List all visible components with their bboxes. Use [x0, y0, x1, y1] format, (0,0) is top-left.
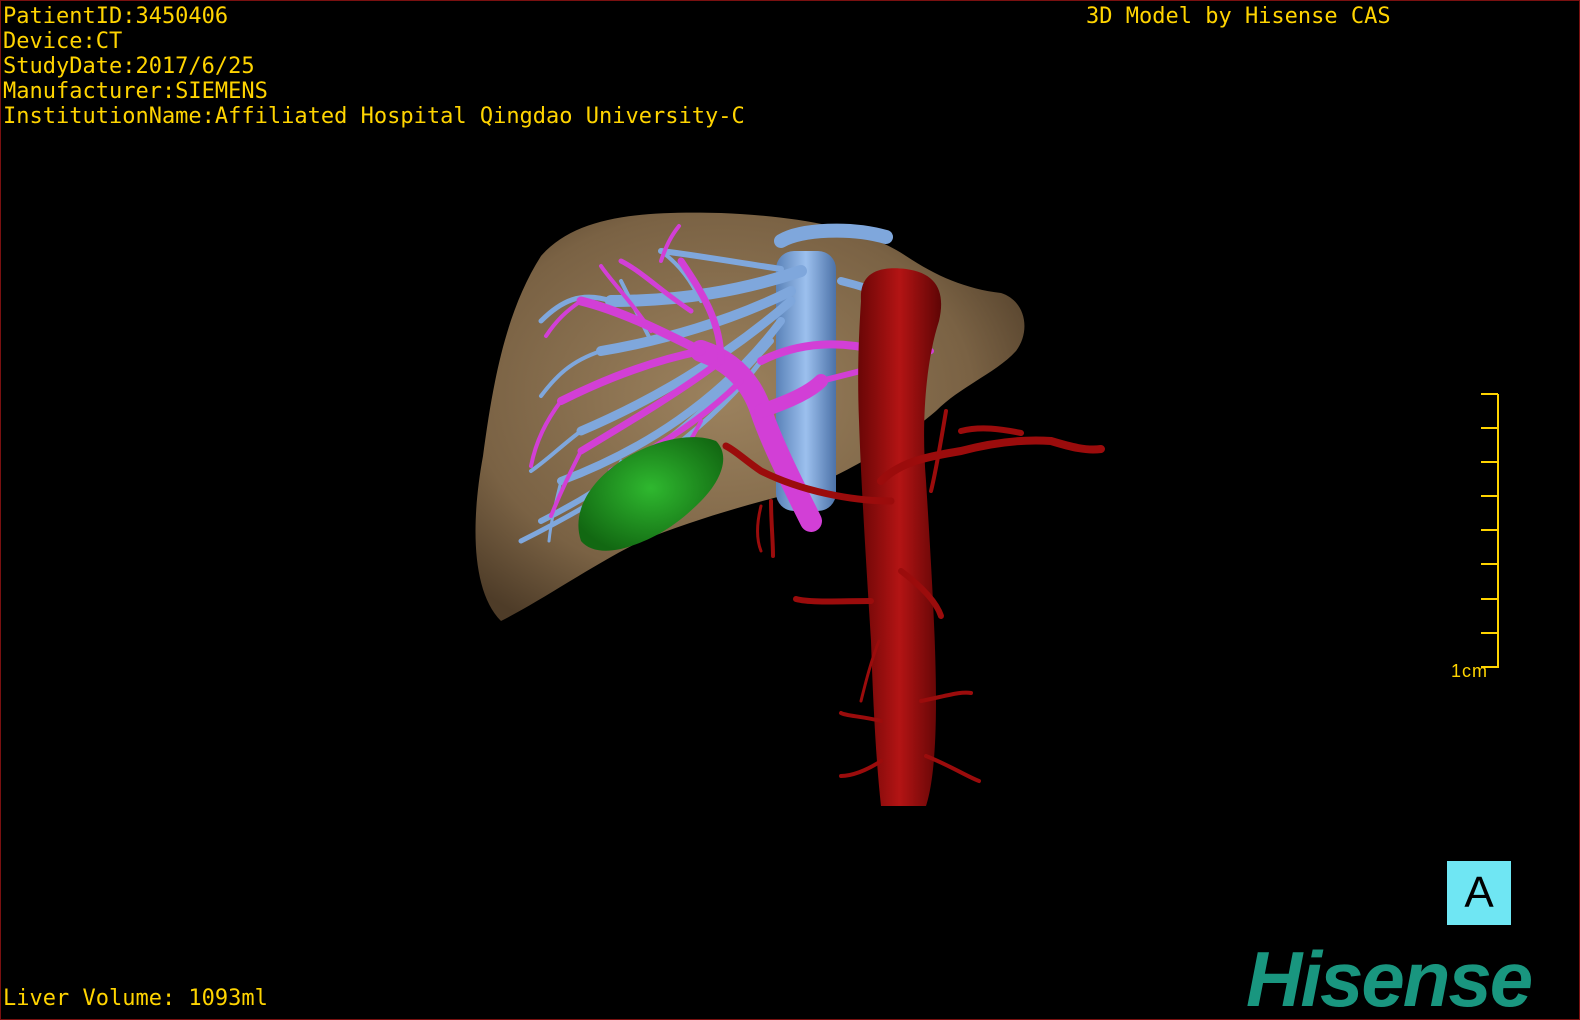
orientation-marker[interactable]: A	[1447, 861, 1511, 925]
scale-bar	[1481, 393, 1499, 668]
scale-bar-label: 1cm	[1451, 661, 1489, 681]
manufacturer-text: Manufacturer:SIEMENS	[3, 79, 268, 104]
orientation-label: A	[1464, 868, 1494, 917]
study-date-text: StudyDate:2017/6/25	[3, 54, 255, 79]
institution-text: InstitutionName:Affiliated Hospital Qing…	[3, 104, 745, 129]
device-text: Device:CT	[3, 29, 123, 54]
hisense-logo: Hisense	[1246, 939, 1533, 1019]
liver-volume-text: Liver Volume: 1093ml	[3, 986, 268, 1011]
dicom-info-overlay: PatientID:3450406 Device:CT StudyDate:20…	[3, 4, 745, 129]
logo-text: Hisense	[1246, 935, 1533, 1020]
3d-model-render[interactable]	[1, 1, 1579, 1019]
liver-model	[475, 212, 1025, 621]
patient-id-text: PatientID:3450406	[3, 4, 229, 29]
3d-viewport[interactable]: PatientID:3450406 Device:CT StudyDate:20…	[0, 0, 1580, 1020]
model-credit-text: 3D Model by Hisense CAS	[1086, 4, 1391, 29]
